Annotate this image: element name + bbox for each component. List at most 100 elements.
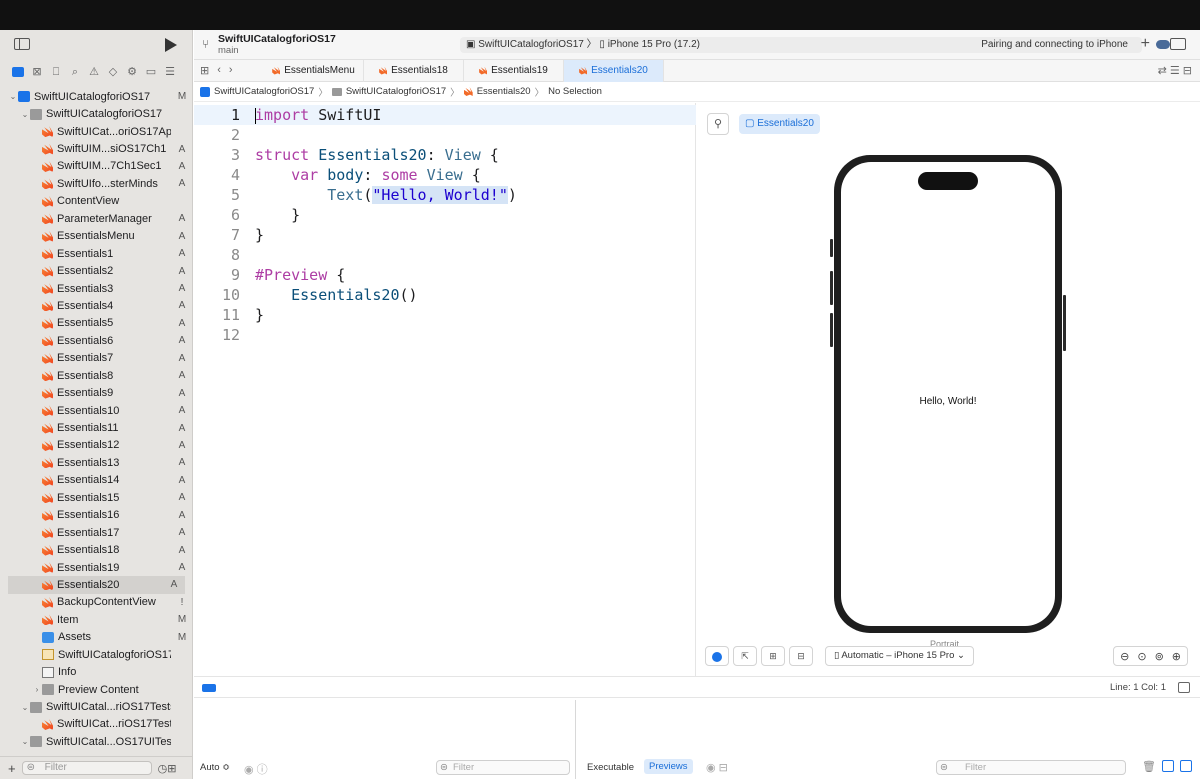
tree-item[interactable]: Essentials19 A	[0, 559, 193, 576]
pin-icon[interactable]: ⚲	[707, 113, 729, 135]
tree-item[interactable]: ⌄ SwiftUICatal...OS17UITests	[0, 733, 193, 750]
tree-item[interactable]: Essentials6 A	[0, 332, 193, 349]
search-icon[interactable]: ⌕	[69, 66, 81, 78]
code-line[interactable]: 11}	[194, 305, 696, 325]
tree-item[interactable]: Essentials2 A	[0, 262, 193, 279]
tree-item[interactable]: ⌄ SwiftUICatalogforiOS17	[0, 105, 193, 122]
tree-item[interactable]: SwiftUICatalogforiOS17	[0, 646, 193, 663]
tree-item[interactable]: SwiftUICat...oriOS17App	[0, 123, 193, 140]
tree-item[interactable]: Essentials10 A	[0, 402, 193, 419]
tree-item[interactable]: Assets M	[0, 629, 193, 646]
tree-item[interactable]: Essentials5 A	[0, 315, 193, 332]
zoom-fit-icon[interactable]: ⊙	[1137, 650, 1146, 663]
code-line[interactable]: 12	[194, 325, 696, 345]
code-line[interactable]: 9 #Preview {	[194, 265, 696, 285]
tree-item[interactable]: Essentials15 A	[0, 489, 193, 506]
chevron-down-icon[interactable]: ⌄	[20, 110, 30, 119]
tree-item[interactable]: SwiftUIM...siOS17Ch1 A	[0, 140, 193, 157]
breakpoints-toggle-icon[interactable]	[202, 684, 216, 692]
back-icon[interactable]: ‹	[217, 64, 221, 77]
tree-item[interactable]: Essentials1 A	[0, 245, 193, 262]
variables-scope-selector[interactable]: Auto ≎	[200, 762, 230, 773]
device-settings-icon[interactable]: ⊟	[789, 646, 813, 666]
project-navigator-icon[interactable]	[12, 67, 24, 77]
tree-item[interactable]: Essentials14 A	[0, 472, 193, 489]
tree-item[interactable]: EssentialsMenu A	[0, 228, 193, 245]
chevron-down-icon[interactable]: ⌄	[8, 92, 18, 101]
code-line[interactable]: 4 var body: some View {	[194, 165, 696, 185]
code-line[interactable]: 7}	[194, 225, 696, 245]
tree-item[interactable]: BackupContentView!	[0, 594, 193, 611]
tree-item[interactable]: Info	[0, 663, 193, 680]
tree-item[interactable]: Essentials8 A	[0, 367, 193, 384]
tree-item[interactable]: Essentials13 A	[0, 454, 193, 471]
tree-item[interactable]: SwiftUIfo...sterMinds A	[0, 175, 193, 192]
previews-tab[interactable]: Previews	[644, 759, 693, 774]
variants-icon[interactable]: ⊞	[761, 646, 785, 666]
warning-icon[interactable]: ⚠	[88, 66, 100, 78]
preview-chip[interactable]: ▢ Essentials20	[739, 114, 820, 134]
inspector-toggle-icon[interactable]	[1170, 38, 1186, 50]
phone-screen[interactable]: Hello, World!	[841, 162, 1055, 626]
tree-item[interactable]: Essentials7 A	[0, 350, 193, 367]
zoom-out-icon[interactable]: ⊖	[1120, 650, 1129, 663]
tree-item[interactable]: ⌄ SwiftUICatal...riOS17Tests	[0, 698, 193, 715]
trash-icon[interactable]: 🗑	[1142, 760, 1156, 773]
breakpoint-icon[interactable]: ▭	[145, 66, 157, 78]
tree-item[interactable]: Essentials9 A	[0, 384, 193, 401]
tree-item[interactable]: › Preview Content	[0, 681, 193, 698]
zoom-actual-icon[interactable]: ⊚	[1155, 650, 1164, 663]
breadcrumb-project[interactable]: SwiftUICatalogforiOS17	[214, 86, 314, 97]
tree-item[interactable]: Item M	[0, 611, 193, 628]
test-icon[interactable]: ◇	[107, 66, 119, 78]
show-variables-icon[interactable]	[1162, 760, 1174, 772]
report-icon[interactable]: ☰	[164, 66, 176, 78]
tree-item[interactable]: Essentials17 A	[0, 524, 193, 541]
code-line[interactable]: 8	[194, 245, 696, 265]
run-icon[interactable]	[165, 38, 177, 52]
console-options-icons[interactable]: ◉ ⊟	[706, 761, 728, 774]
tree-item[interactable]: Essentials20 A	[8, 576, 185, 594]
code-line[interactable]: 10 Essentials20()	[194, 285, 696, 305]
code-line[interactable]: 5 Text("Hello, World!")	[194, 185, 696, 205]
scheme-selector[interactable]: ▣ SwiftUICatalogforiOS17 〉 ▯ iPhone 15 P…	[466, 39, 700, 50]
editor-tab[interactable]: Essentials20	[564, 59, 664, 82]
executable-tab[interactable]: Executable	[587, 762, 634, 773]
tree-item[interactable]: Essentials11 A	[0, 419, 193, 436]
chevron-right-icon[interactable]: ›	[32, 685, 42, 694]
navigator-filter-input[interactable]: Filter	[21, 761, 152, 775]
branch-name[interactable]: main	[218, 45, 239, 56]
device-selector[interactable]: ▯ Automatic – iPhone 15 Pro ⌄	[825, 646, 974, 666]
tree-item[interactable]: ParameterManager A	[0, 210, 193, 227]
forward-icon[interactable]: ›	[229, 64, 233, 77]
tree-item[interactable]: Essentials3 A	[0, 280, 193, 297]
debug-icon[interactable]: ⚙	[126, 66, 138, 78]
chevron-down-icon[interactable]: ⌄	[20, 703, 30, 712]
bookmark-icon[interactable]: ⎕	[50, 66, 62, 78]
code-line[interactable]: 2	[194, 125, 696, 145]
live-preview-button[interactable]	[705, 646, 729, 666]
tree-item[interactable]: Essentials12 A	[0, 437, 193, 454]
tree-item[interactable]: SwiftUIM...7Ch1Sec1 A	[0, 158, 193, 175]
editor-tab[interactable]: Essentials19	[464, 59, 564, 82]
breadcrumb-group[interactable]: SwiftUICatalogforiOS17	[346, 86, 446, 97]
show-console-icon[interactable]	[1180, 760, 1192, 772]
code-line[interactable]: 3 struct Essentials20: View {	[194, 145, 696, 165]
library-plus-icon[interactable]: +	[1141, 35, 1150, 53]
minimap-toggle-icon[interactable]	[1178, 682, 1190, 693]
grid-icon[interactable]: ⊞	[200, 64, 209, 77]
variables-filter-input[interactable]: Filter	[436, 760, 570, 775]
breadcrumb-file[interactable]: Essentials20	[477, 86, 531, 97]
editor-tab[interactable]: EssentialsMenu	[264, 59, 364, 82]
selectable-mode-icon[interactable]: ⇱	[733, 646, 757, 666]
source-control-icon[interactable]: ⊠	[31, 66, 43, 78]
tree-item[interactable]: Essentials4 A	[0, 297, 193, 314]
tree-item[interactable]: Essentials18 A	[0, 541, 193, 558]
tree-item[interactable]: SwiftUICat...riOS17Tests	[0, 716, 193, 733]
tree-item[interactable]: ContentView	[0, 193, 193, 210]
source-editor[interactable]: 1 import SwiftUI 2 3 struct Essentials20: …	[194, 103, 696, 676]
zoom-in-icon[interactable]: ⊕	[1172, 650, 1181, 663]
sidebar-toggle-icon[interactable]	[14, 38, 30, 50]
chevron-down-icon[interactable]: ⌄	[20, 737, 30, 746]
recent-files-icon[interactable]: ◷⊞	[158, 762, 177, 775]
